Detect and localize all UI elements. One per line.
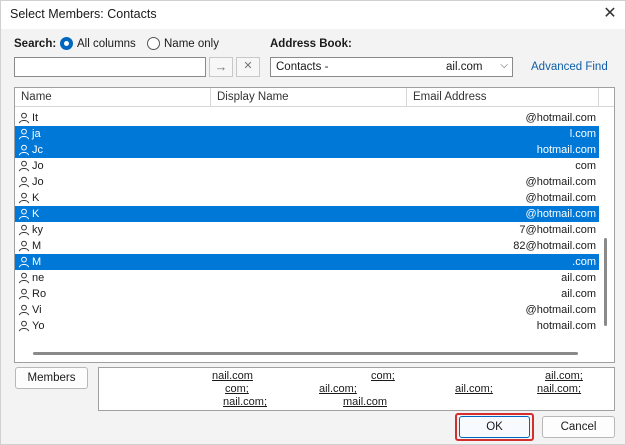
advanced-find-link[interactable]: Advanced Find	[531, 61, 608, 73]
member-entry: ail.com;	[455, 383, 493, 395]
contact-name: Jo	[32, 176, 44, 188]
list-item[interactable]: K @hotmail.com	[15, 190, 599, 206]
contact-email: hotmail.com	[536, 320, 596, 332]
radio-name-only[interactable]: Name only	[147, 37, 219, 50]
list-header: Name Display Name Email Address	[15, 88, 614, 107]
member-entry: mail.com	[343, 396, 388, 408]
contact-name: ja	[32, 128, 41, 140]
list-item[interactable]: Yo hotmail.com	[15, 318, 599, 334]
contact-email: @hotmail.com	[525, 208, 596, 220]
contact-name: Jo	[32, 160, 44, 172]
contact-icon	[18, 272, 30, 284]
contact-email: l.com	[569, 128, 596, 140]
title-bar: Select Members: Contacts ✕	[1, 1, 625, 29]
list-item[interactable]: ja l.com	[15, 126, 599, 142]
contact-icon	[18, 192, 30, 204]
chevron-down-icon: ⌵	[500, 60, 508, 71]
search-go-button[interactable]: →	[209, 57, 233, 77]
cancel-button[interactable]: Cancel	[542, 416, 615, 438]
ok-button[interactable]: OK	[459, 416, 530, 438]
contact-name: ky	[32, 224, 43, 236]
list-item[interactable]: K @hotmail.com	[15, 206, 599, 222]
contact-icon	[18, 288, 30, 300]
member-entry: nail.com	[212, 370, 253, 382]
contact-icon	[18, 176, 30, 188]
contact-icon	[18, 160, 30, 172]
contact-name: M	[32, 240, 42, 252]
contact-name: Jc	[32, 144, 43, 156]
radio-all-columns-label: All columns	[77, 37, 136, 50]
list-item[interactable]: Jo @hotmail.com	[15, 174, 599, 190]
member-entry: nail.com;	[537, 383, 582, 395]
contact-icon	[18, 304, 30, 316]
members-field[interactable]: nail.com com; ail.com; com; ail.com; ail…	[98, 367, 615, 411]
contact-name: Ro	[32, 288, 47, 300]
contact-email: hotmail.com	[536, 144, 596, 156]
clear-icon: ✕	[243, 60, 253, 72]
address-book-label: Address Book:	[270, 38, 352, 50]
contact-email: @hotmail.com	[525, 304, 596, 316]
radio-unselected-icon	[147, 37, 160, 50]
contact-name: M	[32, 256, 42, 268]
column-header-display-name[interactable]: Display Name	[211, 88, 407, 106]
contact-email: @hotmail.com	[525, 112, 596, 124]
contact-icon	[18, 144, 30, 156]
contact-name: K	[32, 192, 40, 204]
radio-selected-icon	[60, 37, 73, 50]
contact-icon	[18, 224, 30, 236]
contact-email: @hotmail.com	[525, 176, 596, 188]
list-item[interactable]: It @hotmail.com	[15, 110, 599, 126]
vertical-scrollbar[interactable]	[604, 238, 607, 326]
contact-email: ail.com	[561, 288, 596, 300]
contact-icon	[18, 208, 30, 220]
radio-all-columns[interactable]: All columns	[60, 37, 136, 50]
list-item[interactable]: Ro ail.com	[15, 286, 599, 302]
contact-name: K	[32, 208, 40, 220]
contact-name: Vi	[32, 304, 42, 316]
list-item[interactable]: M .com	[15, 254, 599, 270]
members-button[interactable]: Members	[15, 367, 88, 389]
contact-icon	[18, 112, 30, 124]
search-label: Search:	[14, 38, 57, 50]
contact-icon	[18, 240, 30, 252]
member-entry: com;	[225, 383, 249, 395]
contacts-list[interactable]: Name Display Name Email Address It @hotma…	[14, 87, 615, 363]
column-header-email[interactable]: Email Address	[407, 88, 599, 106]
contact-email: ail.com	[561, 272, 596, 284]
contact-icon	[18, 128, 30, 140]
member-entry: ail.com;	[545, 370, 583, 382]
address-book-value-suffix: ail.com	[446, 61, 483, 73]
contact-name: It	[32, 112, 39, 124]
member-entry: ail.com;	[319, 383, 357, 395]
horizontal-scrollbar[interactable]	[33, 352, 578, 355]
member-entry: nail.com;	[223, 396, 268, 408]
window-title: Select Members: Contacts	[10, 7, 157, 21]
contact-email: com	[575, 160, 596, 172]
arrow-right-icon: →	[214, 59, 228, 74]
member-entry: com;	[371, 370, 395, 382]
close-icon[interactable]: ✕	[595, 1, 625, 29]
contact-email: 82@hotmail.com	[513, 240, 596, 252]
contact-name: ne	[32, 272, 45, 284]
contact-icon	[18, 320, 30, 332]
select-members-dialog: Select Members: Contacts ✕ Search: All c…	[0, 0, 626, 445]
address-book-value: Contacts -	[276, 61, 329, 73]
search-clear-button[interactable]: ✕	[236, 57, 260, 77]
search-input[interactable]	[14, 57, 206, 77]
contact-email: .com	[572, 256, 596, 268]
column-header-name[interactable]: Name	[15, 88, 211, 106]
list-item[interactable]: ne ail.com	[15, 270, 599, 286]
list-item[interactable]: M 82@hotmail.com	[15, 238, 599, 254]
list-item[interactable]: Jc hotmail.com	[15, 142, 599, 158]
contact-name: Yo	[32, 320, 45, 332]
address-book-select[interactable]: Contacts - ail.com ⌵	[270, 57, 513, 77]
radio-name-only-label: Name only	[164, 37, 219, 50]
contact-email: 7@hotmail.com	[519, 224, 596, 236]
list-item[interactable]: ky 7@hotmail.com	[15, 222, 599, 238]
list-item[interactable]: Jo com	[15, 158, 599, 174]
list-item[interactable]: Vi @hotmail.com	[15, 302, 599, 318]
contact-email: @hotmail.com	[525, 192, 596, 204]
contact-icon	[18, 256, 30, 268]
